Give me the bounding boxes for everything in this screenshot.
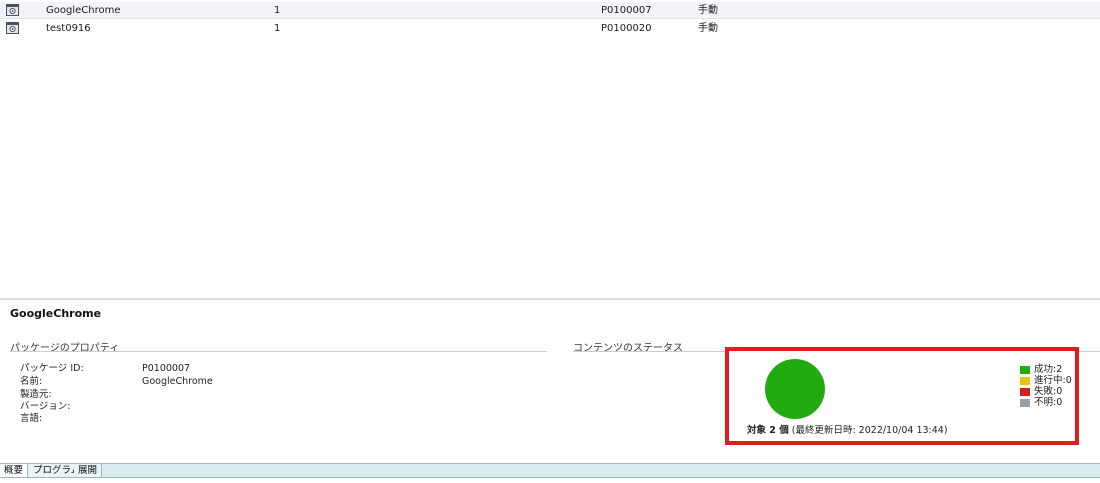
legend-swatch (1020, 398, 1030, 407)
pie-slice-0 (765, 359, 825, 419)
package-name: GoogleChrome (46, 5, 121, 16)
status-highlight: 対象 2 個 (最終更新日時: 2022/10/04 13:44) 成功:2 進… (725, 347, 1079, 445)
property-label: バージョン: (20, 401, 71, 412)
package-id: P0100007 (601, 5, 652, 16)
package-version: 1 (274, 23, 281, 34)
property-value: P0100007 (142, 363, 191, 374)
last-updated: (最終更新日時: 2022/10/04 13:44) (788, 425, 948, 436)
table-row[interactable]: GoogleChrome 1 P0100007 手動 (0, 2, 1100, 19)
legend-label: 不明:0 (1034, 397, 1063, 408)
legend-item-in-progress: 進行中:0 (1020, 375, 1072, 386)
legend-item-failed: 失敗:0 (1020, 386, 1072, 397)
properties-divider (10, 351, 547, 352)
package-icon (6, 21, 19, 34)
tab-deployments[interactable]: 展開 (74, 464, 103, 477)
target-count: 対象 2 個 (747, 425, 789, 436)
legend-swatch (1020, 365, 1030, 374)
legend-item-success: 成功:2 (1020, 364, 1072, 375)
package-name: test0916 (46, 23, 91, 34)
package-mode: 手動 (698, 23, 718, 34)
table-row[interactable]: test0916 1 P0100020 手動 (0, 20, 1100, 37)
package-icon (6, 3, 19, 16)
property-label: 名前: (20, 376, 43, 387)
package-list: GoogleChrome 1 P0100007 手動 test0916 1 P0… (0, 0, 1100, 298)
legend-label: 失敗:0 (1034, 386, 1063, 397)
property-label: 言語: (20, 413, 43, 424)
property-label: パッケージ ID: (20, 363, 84, 374)
legend-label: 成功:2 (1034, 364, 1063, 375)
status-legend: 成功:2 進行中:0 失敗:0 不明:0 (1020, 364, 1072, 408)
package-id: P0100020 (601, 23, 652, 34)
status-summary: 対象 2 個 (最終更新日時: 2022/10/04 13:44) (747, 422, 948, 436)
package-version: 1 (274, 5, 281, 16)
status-pie-chart (765, 359, 825, 419)
legend-label: 進行中:0 (1034, 375, 1072, 386)
tab-summary[interactable]: 概要 (0, 464, 29, 477)
legend-item-unknown: 不明:0 (1020, 397, 1072, 408)
bottom-tab-bar: 概要 プログラム 展開 (0, 463, 1100, 478)
property-value: GoogleChrome (142, 376, 213, 387)
package-mode: 手動 (698, 5, 718, 16)
legend-swatch (1020, 387, 1030, 396)
property-label: 製造元: (20, 389, 52, 400)
legend-swatch (1020, 376, 1030, 385)
pane-splitter[interactable] (0, 298, 1100, 300)
detail-title: GoogleChrome (10, 307, 102, 320)
